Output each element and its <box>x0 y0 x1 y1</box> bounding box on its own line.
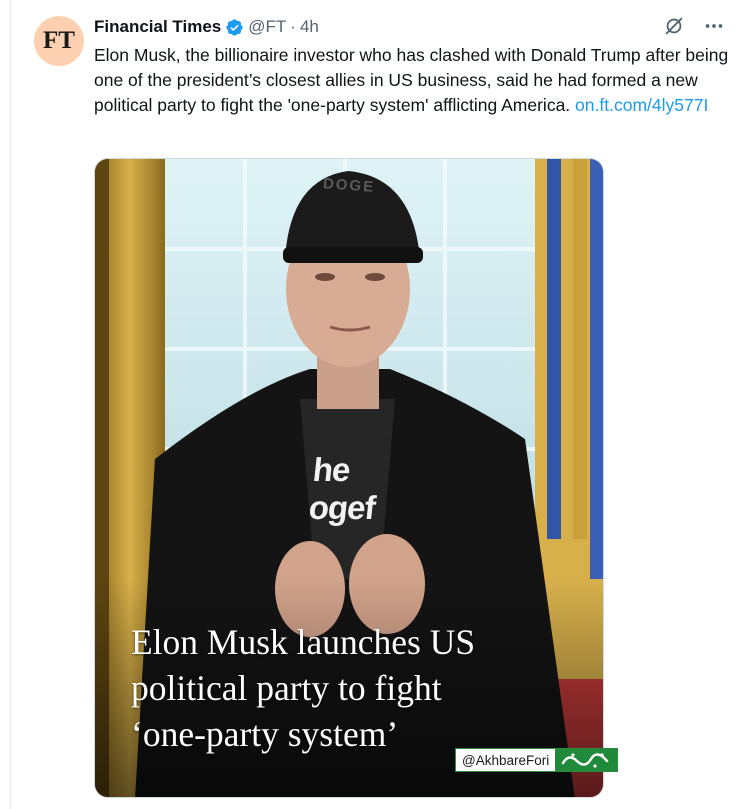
tweet[interactable]: FT Financial Times @FT · 4h Elon Musk, t… <box>0 0 740 809</box>
headline-line: Elon Musk launches US <box>131 622 476 662</box>
verified-badge-icon <box>225 18 244 37</box>
tweet-timestamp[interactable]: 4h <box>300 17 319 37</box>
shirt-text: he ogef <box>307 451 381 527</box>
tweet-header-actions <box>662 14 726 38</box>
media-headline: Elon Musk launches US political party to… <box>131 619 571 757</box>
watermark-handle: @AkhbareFori <box>456 749 556 771</box>
article-link[interactable]: on.ft.com/4ly577I <box>575 95 708 115</box>
avatar[interactable]: FT <box>34 16 84 66</box>
watermark-logo <box>555 749 618 771</box>
shirt-text-line: ogef <box>307 489 377 526</box>
avatar-text: FT <box>43 27 75 54</box>
more-icon[interactable] <box>702 14 726 38</box>
shirt-text-line: he <box>311 451 352 488</box>
tweet-media-image[interactable]: DOGE he ogef Elon Musk launches US polit… <box>94 158 604 798</box>
cap-logo-text: DOGE <box>322 175 376 196</box>
author-name[interactable]: Financial Times <box>94 17 221 37</box>
channel-watermark: @AkhbareFori <box>455 748 619 772</box>
author-handle[interactable]: @FT <box>248 17 286 37</box>
header-separator: · <box>290 17 296 36</box>
tweet-text: Elon Musk, the billionaire investor who … <box>94 43 734 118</box>
tweet-header: Financial Times @FT · 4h <box>94 15 319 39</box>
grok-icon[interactable] <box>662 14 686 38</box>
headline-line: political party to fight <box>131 668 442 708</box>
